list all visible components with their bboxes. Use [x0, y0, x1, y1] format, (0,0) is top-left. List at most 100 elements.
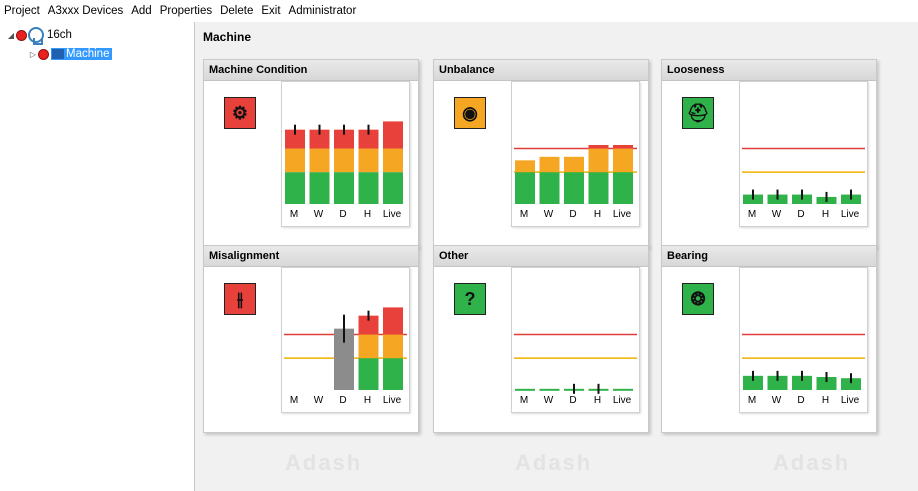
card-title: Misalignment — [204, 246, 418, 267]
tree-node-label: 16ch — [47, 29, 72, 41]
x-tick-label: W — [543, 209, 554, 220]
tree-node-root[interactable]: ◢ 16ch — [6, 27, 72, 45]
bar-segment — [309, 148, 330, 173]
bar-segment — [383, 172, 403, 204]
menu-delete[interactable]: Delete — [216, 5, 257, 17]
x-tick-label: M — [519, 209, 529, 220]
indicator-card[interactable]: Looseness ⛑ M W D H Live — [661, 59, 877, 247]
x-tick-label: M — [289, 395, 299, 406]
x-tick-label: H — [593, 209, 602, 220]
bar-segment — [588, 172, 609, 204]
menu-project[interactable]: Project — [0, 5, 44, 17]
bar-segment — [613, 388, 633, 391]
x-tick-label: H — [821, 209, 830, 220]
menu-exit[interactable]: Exit — [257, 5, 284, 17]
trend-chart — [281, 267, 410, 413]
collapse-arrow-icon[interactable]: ◢ — [6, 31, 16, 40]
menu-a3xxx-devices[interactable]: A3xxx Devices — [44, 5, 127, 17]
bar-segment — [383, 121, 403, 149]
bar-segment — [539, 172, 560, 204]
expand-arrow-icon[interactable]: ▷ — [28, 50, 38, 59]
machine-icon — [52, 49, 64, 59]
bar-segment — [613, 145, 633, 149]
x-tick-label: D — [797, 209, 805, 220]
x-tick-label: M — [519, 395, 529, 406]
x-tick-label: Live — [840, 395, 860, 406]
x-tick-label: M — [289, 209, 299, 220]
bar-segment — [613, 148, 633, 173]
bar-segment — [539, 388, 560, 391]
bar-segment — [285, 148, 305, 173]
menu-administrator[interactable]: Administrator — [285, 5, 361, 17]
bar-segment — [383, 307, 403, 335]
x-axis-labels: M W D H Live — [281, 209, 408, 223]
bar-segment — [334, 148, 354, 173]
x-tick-label: W — [313, 209, 324, 220]
bar-segment — [358, 148, 379, 173]
x-tick-label: M — [747, 395, 757, 406]
bar-segment — [383, 358, 403, 390]
watermark-logo: Adash — [773, 450, 851, 475]
x-tick-label: M — [747, 209, 757, 220]
x-axis-labels: M W D H Live — [739, 395, 866, 409]
bar-segment — [515, 388, 535, 391]
x-tick-label: D — [797, 395, 805, 406]
tree-node-selected[interactable]: Machine — [51, 48, 113, 60]
indicator-card[interactable]: Unbalance ◉ M W D H Live — [433, 59, 649, 247]
menu-bar: Project A3xxx Devices Add Properties Del… — [0, 0, 918, 22]
x-tick-label: D — [569, 209, 577, 220]
misalignment-icon: ⫲ — [224, 283, 256, 315]
watermark-logo: Adash — [285, 450, 363, 475]
watermark-logo: Adash — [515, 450, 593, 475]
question-icon: ? — [454, 283, 486, 315]
x-tick-label: H — [593, 395, 602, 406]
indicator-card[interactable]: Other? M W D H Live — [433, 245, 649, 433]
tree-node-label: Machine — [66, 48, 110, 60]
page-title: Machine — [203, 30, 252, 44]
x-tick-label: H — [363, 395, 372, 406]
bar-segment — [539, 156, 560, 173]
device-tree: ◢ 16ch ▷ Machine — [6, 22, 195, 491]
x-tick-label: W — [543, 395, 554, 406]
bar-segment — [515, 172, 535, 204]
bar-segment — [383, 334, 403, 359]
bar-segment — [515, 160, 535, 173]
x-tick-label: Live — [612, 395, 632, 406]
bar-segment — [309, 172, 330, 204]
alarm-status-icon — [38, 48, 49, 60]
bar-segment — [564, 172, 584, 204]
x-axis-labels: M W D H Live — [511, 395, 638, 409]
menu-properties[interactable]: Properties — [156, 5, 216, 17]
x-tick-label: D — [339, 395, 347, 406]
bar-segment — [358, 334, 379, 359]
x-axis-labels: M W D H Live — [281, 395, 408, 409]
card-title: Other — [434, 246, 648, 267]
trend-chart — [739, 81, 868, 227]
indicator-card[interactable]: Bearing ❂ M W D H Live — [661, 245, 877, 433]
trend-chart — [511, 81, 640, 227]
x-tick-label: H — [821, 395, 830, 406]
x-tick-label: D — [569, 395, 577, 406]
x-tick-label: Live — [840, 209, 860, 220]
trend-chart — [739, 267, 868, 413]
x-tick-label: H — [363, 209, 372, 220]
x-axis-labels: M W D H Live — [739, 209, 866, 223]
trend-chart — [281, 81, 410, 227]
menu-add[interactable]: Add — [127, 5, 155, 17]
looseness-icon: ⛑ — [682, 97, 714, 129]
machine-icon: ⚙ — [224, 97, 256, 129]
main-panel: Machine Adash Adash Adash Machine Condit… — [195, 22, 918, 491]
trend-chart — [511, 267, 640, 413]
unbalance-icon: ◉ — [454, 97, 486, 129]
x-tick-label: D — [339, 209, 347, 220]
x-tick-label: W — [771, 209, 782, 220]
bar-segment — [334, 172, 354, 204]
x-tick-label: Live — [382, 395, 402, 406]
x-tick-label: Live — [382, 209, 402, 220]
indicator-card[interactable]: Misalignment ⫲ M W D H Live — [203, 245, 419, 433]
indicator-card[interactable]: Machine Condition ⚙ M W D H Live — [203, 59, 419, 247]
device-icon — [28, 27, 44, 45]
tree-node-machine[interactable]: ▷ Machine — [28, 46, 113, 62]
x-tick-label: W — [771, 395, 782, 406]
card-title: Looseness — [662, 60, 876, 81]
